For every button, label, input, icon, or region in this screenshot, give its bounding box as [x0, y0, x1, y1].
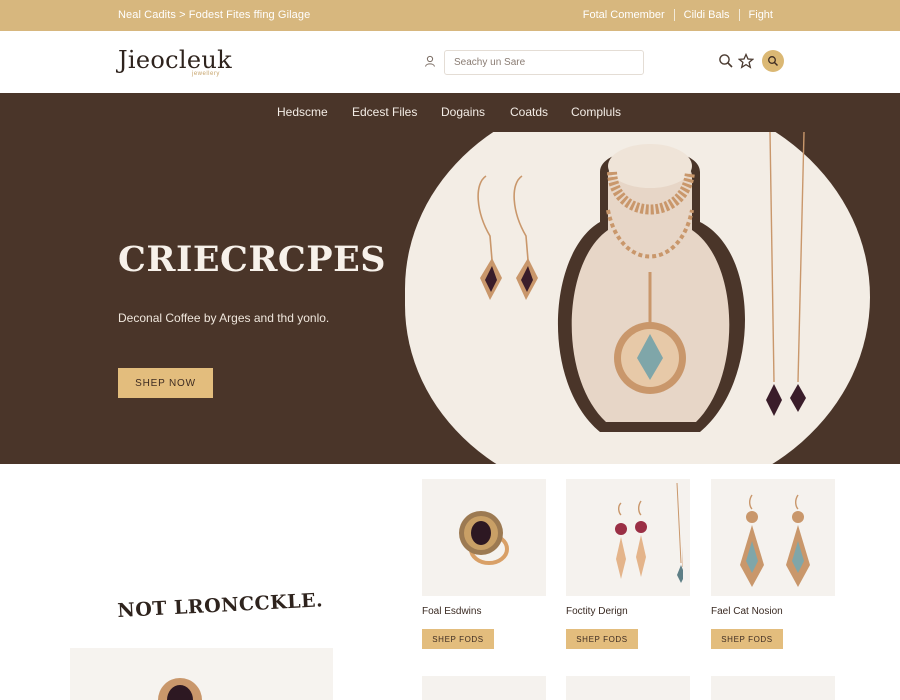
shop-button[interactable]: SHEP FODS	[422, 629, 494, 649]
search-input[interactable]	[444, 50, 644, 75]
pendant-chain-icon	[766, 132, 806, 416]
user-icon[interactable]	[424, 55, 436, 67]
chandelier-earrings-icon	[740, 494, 810, 587]
ring-icon	[158, 678, 202, 700]
search-badge-icon	[768, 56, 778, 66]
logo-tagline: jewellery	[192, 71, 220, 77]
hero-subtitle: Deconal Coffee by Arges and thd yonlo.	[118, 311, 330, 325]
section-title: NOT LRONCCKLE.	[116, 589, 324, 622]
top-link-2[interactable]: Cildi Bals	[675, 9, 739, 21]
product-name[interactable]: Foal Esdwins	[422, 606, 546, 617]
search-icon[interactable]	[718, 53, 734, 69]
product-card[interactable]: Fael Cat Nosion SHEP FODS	[711, 479, 835, 649]
announcement-bar: Neal Cadits > Fodest Fites ffing Gilage …	[0, 0, 900, 31]
shop-now-button[interactable]: SHEP NOW	[118, 368, 213, 398]
top-link-3[interactable]: Fight	[740, 9, 782, 21]
shop-button[interactable]: SHEP FODS	[566, 629, 638, 649]
product-image[interactable]	[422, 479, 546, 596]
drop-earrings-icon	[615, 482, 683, 583]
hero-title: CRIECRCPES	[118, 239, 387, 280]
product-name[interactable]: Fael Cat Nosion	[711, 606, 835, 617]
product-name[interactable]: Foctity Derign	[566, 606, 690, 617]
top-link-1[interactable]: Fotal Comember	[574, 9, 674, 21]
product-card[interactable]: Foctity Derign SHEP FODS	[566, 479, 690, 649]
product-image[interactable]	[566, 479, 690, 596]
product-card-peek[interactable]	[422, 676, 546, 700]
star-icon[interactable]	[738, 53, 754, 69]
featured-product-card[interactable]	[70, 648, 333, 700]
product-card-peek[interactable]	[566, 676, 690, 700]
ring-icon	[459, 510, 509, 565]
product-image[interactable]	[711, 479, 835, 596]
earrings-icon	[477, 175, 538, 300]
shop-button[interactable]: SHEP FODS	[711, 629, 783, 649]
hero-jewelry-image	[477, 132, 806, 432]
nav-item-5[interactable]: Compluls	[571, 105, 621, 119]
nav-item-3[interactable]: Dogains	[441, 105, 485, 119]
top-links: Fotal Comember Cildi Bals Fight	[574, 9, 782, 21]
announcement-text: Neal Cadits > Fodest Fites ffing Gilage	[118, 9, 311, 21]
necklace-bust-icon	[557, 144, 745, 432]
nav-item-2[interactable]: Edcest Files	[352, 105, 417, 119]
product-card-peek[interactable]	[711, 676, 835, 700]
product-card[interactable]: Foal Esdwins SHEP FODS	[422, 479, 546, 649]
hero-banner: CRIECRCPES Deconal Coffee by Arges and t…	[0, 132, 900, 464]
main-nav: Hedscme Edcest Files Dogains Coatds Comp…	[0, 93, 900, 132]
nav-item-4[interactable]: Coatds	[510, 105, 548, 119]
logo[interactable]: Jieocleuk	[118, 46, 232, 74]
account-icon[interactable]	[762, 50, 784, 72]
nav-item-1[interactable]: Hedscme	[277, 105, 328, 119]
